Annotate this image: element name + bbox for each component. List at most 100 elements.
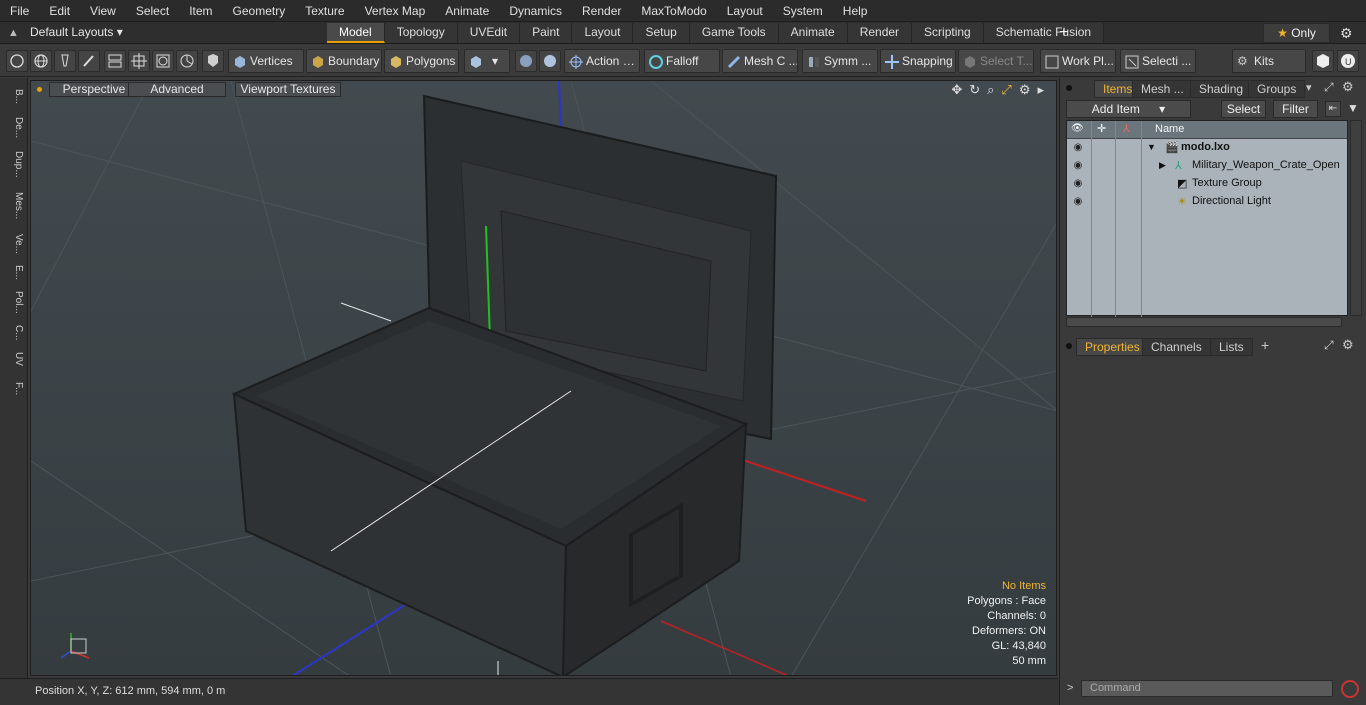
symmetry-button[interactable]: Symm ...: [802, 49, 878, 73]
shield-icon[interactable]: [202, 50, 224, 72]
mesh-constraint-button[interactable]: Mesh C ...: [722, 49, 798, 73]
tab-mesh[interactable]: Mesh ...: [1132, 80, 1193, 98]
locator-column-icon[interactable]: ⅄: [1123, 122, 1130, 135]
tab-lists[interactable]: Lists: [1210, 338, 1253, 356]
add-tab-button[interactable]: +: [1057, 22, 1071, 44]
tab-shading[interactable]: Shading: [1190, 80, 1253, 98]
left-tab-mesh[interactable]: Mes...: [4, 186, 24, 226]
snapping-button[interactable]: Snapping: [880, 49, 956, 73]
tab-setup[interactable]: Setup: [633, 23, 690, 43]
selection-button[interactable]: Selecti ...: [1120, 49, 1196, 73]
list-item[interactable]: ◉ ▶ ⅄ Military_Weapon_Crate_Open: [1067, 157, 1347, 175]
snap-sphere-icon[interactable]: [515, 50, 537, 72]
tab-game-tools[interactable]: Game Tools: [689, 23, 779, 43]
work-plane-button[interactable]: Work Pl...: [1040, 49, 1116, 73]
pie-icon[interactable]: [176, 50, 198, 72]
modo-icon[interactable]: [1312, 50, 1334, 72]
tab-channels[interactable]: Channels: [1142, 338, 1211, 356]
globe-icon[interactable]: [30, 50, 52, 72]
maximize-view-icon[interactable]: ⤢: [1001, 82, 1011, 98]
tab-model[interactable]: Model: [327, 23, 385, 43]
left-tab-vertex[interactable]: Ve...: [4, 230, 24, 258]
tab-properties[interactable]: Properties: [1076, 338, 1149, 356]
menu-view[interactable]: View: [80, 0, 126, 22]
tab-groups[interactable]: Groups: [1248, 80, 1306, 98]
filter-button[interactable]: Filter: [1273, 100, 1318, 118]
left-tab-fusion[interactable]: F...: [4, 374, 24, 404]
funnel-icon[interactable]: ▼: [1345, 101, 1361, 117]
box-select-icon[interactable]: [152, 50, 174, 72]
menu-texture[interactable]: Texture: [295, 0, 354, 22]
collapse-icon[interactable]: ⇤: [1325, 101, 1341, 117]
expand-panel-icon[interactable]: ⤢: [1324, 338, 1334, 353]
lock-column-icon[interactable]: ✛: [1097, 122, 1106, 135]
panel-menu-dot[interactable]: [1066, 85, 1072, 91]
action-button[interactable]: Action …: [564, 49, 640, 73]
tab-animate[interactable]: Animate: [778, 23, 848, 43]
left-tab-uv[interactable]: UV: [4, 348, 24, 370]
left-tab-polygon[interactable]: Pol...: [4, 286, 24, 318]
expand-right-icon[interactable]: ▸: [1037, 82, 1044, 98]
add-tab-icon[interactable]: +: [1261, 337, 1269, 353]
menu-geometry[interactable]: Geometry: [223, 0, 296, 22]
left-tab-edge[interactable]: E...: [4, 262, 24, 284]
select-through-button[interactable]: Select T...: [958, 49, 1034, 73]
layout-arrow-icon[interactable]: ▲: [8, 27, 20, 39]
menu-render[interactable]: Render: [572, 0, 631, 22]
move-view-icon[interactable]: ✥: [951, 82, 962, 98]
boundary-button[interactable]: Boundary: [306, 49, 382, 73]
tab-scripting[interactable]: Scripting: [912, 23, 984, 43]
kits-button[interactable]: ⚙ Kits: [1232, 49, 1306, 73]
zoom-view-icon[interactable]: ⌕: [987, 82, 994, 98]
rotate-view-icon[interactable]: ↻: [969, 82, 980, 98]
eye-icon[interactable]: ◉: [1071, 160, 1085, 171]
only-button[interactable]: ★ Only: [1263, 23, 1330, 43]
advanced-button[interactable]: Advanced: [128, 82, 226, 97]
transform-icon[interactable]: [128, 50, 150, 72]
tab-render[interactable]: Render: [847, 23, 913, 43]
menu-file[interactable]: File: [0, 0, 39, 22]
menu-system[interactable]: System: [773, 0, 833, 22]
polygons-button[interactable]: Polygons: [384, 49, 459, 73]
menu-layout[interactable]: Layout: [717, 0, 773, 22]
vertices-button[interactable]: Vertices: [228, 49, 304, 73]
list-item[interactable]: ◉ ◩ Texture Group: [1067, 175, 1347, 193]
expand-panel-icon[interactable]: ⤢: [1324, 80, 1334, 95]
3d-viewport[interactable]: Perspective Advanced Viewport Textures ✥…: [30, 80, 1057, 676]
item-list-vscrollbar[interactable]: [1350, 120, 1362, 316]
perspective-button[interactable]: Perspective: [49, 82, 139, 97]
expand-arrow-icon[interactable]: ▼: [1147, 142, 1156, 152]
tab-layout[interactable]: Layout: [572, 23, 634, 43]
menu-help[interactable]: Help: [833, 0, 878, 22]
visibility-column-icon[interactable]: 👁: [1071, 123, 1084, 134]
record-icon[interactable]: [1341, 680, 1359, 698]
menu-maxtomodo[interactable]: MaxToModo: [631, 0, 716, 22]
menu-dynamics[interactable]: Dynamics: [499, 0, 572, 22]
left-tab-basic[interactable]: B...: [4, 84, 24, 110]
left-tab-curve[interactable]: C...: [4, 322, 24, 344]
menu-select[interactable]: Select: [126, 0, 179, 22]
menu-edit[interactable]: Edit: [39, 0, 80, 22]
viewport-settings-icon[interactable]: ⚙: [1019, 82, 1031, 98]
eye-icon[interactable]: ◉: [1071, 196, 1085, 207]
menu-animate[interactable]: Animate: [435, 0, 499, 22]
align-icon[interactable]: [104, 50, 126, 72]
eye-icon[interactable]: ◉: [1071, 142, 1085, 153]
left-tab-duplicate[interactable]: Dup...: [4, 146, 24, 182]
expand-arrow-icon[interactable]: ▶: [1159, 160, 1166, 171]
item-list-scrollbar[interactable]: [1066, 317, 1342, 327]
tab-uvedit[interactable]: UVEdit: [457, 23, 521, 43]
circle-select-icon[interactable]: [6, 50, 28, 72]
tab-topology[interactable]: Topology: [384, 23, 458, 43]
viewport-textures-button[interactable]: Viewport Textures: [235, 82, 341, 97]
eye-icon[interactable]: ◉: [1071, 178, 1085, 189]
viewport-menu-dot[interactable]: [37, 87, 42, 92]
list-item[interactable]: ◉ ☀ Directional Light: [1067, 193, 1347, 211]
tabs-chevron-down-icon[interactable]: ▾: [1306, 81, 1312, 94]
panel-gear-icon[interactable]: ⚙: [1342, 79, 1354, 95]
falloff-button[interactable]: Falloff: [644, 49, 720, 73]
snap-cube-icon[interactable]: [539, 50, 561, 72]
pen-icon[interactable]: [54, 50, 76, 72]
tab-paint[interactable]: Paint: [520, 23, 573, 43]
default-layouts-dropdown[interactable]: Default Layouts ▾: [30, 22, 123, 44]
